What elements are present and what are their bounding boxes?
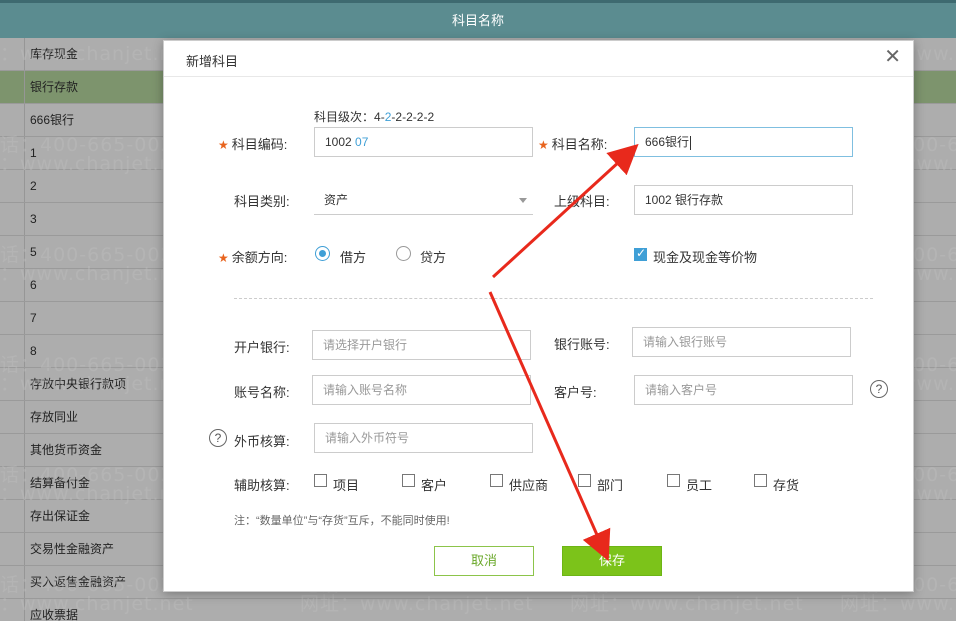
aux-checkbox[interactable] bbox=[402, 474, 415, 487]
close-icon[interactable]: ✕ bbox=[884, 47, 901, 67]
aux-checkbox-label: 项目 bbox=[333, 478, 360, 493]
direction-label-text: 余额方向: bbox=[231, 250, 288, 265]
credit-label: 贷方 bbox=[420, 250, 447, 265]
title-divider bbox=[164, 76, 913, 77]
customer-no-label: 客户号: bbox=[554, 385, 597, 400]
level-hint-value: 4-2-2-2-2-2 bbox=[374, 110, 435, 124]
save-button[interactable]: 保存 bbox=[562, 546, 662, 576]
code-label-text: 科目编码: bbox=[231, 137, 288, 152]
cash-equiv-label: 现金及现金等价物 bbox=[653, 250, 758, 265]
level-hint-label: 科目级次： bbox=[314, 110, 375, 124]
name-label: ★ 科目名称: bbox=[538, 134, 607, 153]
aux-checkbox-label: 员工 bbox=[686, 478, 713, 493]
aux-checkbox-label: 存货 bbox=[773, 478, 800, 493]
code-prefix: 1002 bbox=[325, 135, 352, 149]
name-label-text: 科目名称: bbox=[551, 137, 608, 152]
parent-label: 上级科目: bbox=[554, 194, 610, 209]
exclusivity-note: 注：“数量单位”与“存货”互斥，不能同时使用! bbox=[234, 515, 450, 527]
help-icon[interactable]: ? bbox=[870, 380, 888, 398]
currency-label: 外币核算: bbox=[234, 434, 290, 449]
section-divider bbox=[234, 298, 873, 299]
name-value: 666银行 bbox=[645, 135, 690, 149]
currency-placeholder: 请输入外币符号 bbox=[325, 431, 410, 445]
help-icon[interactable]: ? bbox=[209, 429, 227, 447]
credit-radio[interactable] bbox=[396, 246, 411, 261]
account-name-placeholder: 请输入账号名称 bbox=[323, 383, 408, 397]
account-name-label: 账号名称: bbox=[234, 385, 290, 400]
level-hint: 科目级次：4-2-2-2-2-2 bbox=[314, 108, 434, 125]
page-header: 科目名称 bbox=[0, 0, 956, 38]
category-label: 科目类别: bbox=[234, 194, 290, 209]
bank-label: 开户银行: bbox=[234, 340, 290, 355]
chevron-down-icon bbox=[519, 198, 527, 203]
bank-placeholder: 请选择开户银行 bbox=[323, 338, 408, 352]
account-no-label: 银行账号: bbox=[554, 337, 610, 352]
category-select[interactable]: 资产 bbox=[314, 185, 533, 215]
account-no-placeholder: 请输入银行账号 bbox=[643, 335, 728, 349]
account-no-input[interactable]: 请输入银行账号 bbox=[632, 327, 851, 357]
aux-checkbox[interactable] bbox=[578, 474, 591, 487]
category-value: 资产 bbox=[324, 193, 349, 207]
name-input[interactable]: 666银行 bbox=[634, 127, 853, 157]
customer-no-placeholder: 请输入客户号 bbox=[645, 383, 718, 397]
required-star-icon: ★ bbox=[538, 138, 549, 152]
debit-label: 借方 bbox=[340, 250, 367, 265]
aux-label: 辅助核算: bbox=[234, 478, 290, 493]
code-suffix: 07 bbox=[355, 135, 369, 149]
code-input[interactable]: 1002 07 bbox=[314, 127, 533, 157]
account-name-input[interactable]: 请输入账号名称 bbox=[312, 375, 531, 405]
direction-label: ★ 余额方向: bbox=[218, 247, 287, 266]
currency-input[interactable]: 请输入外币符号 bbox=[314, 423, 533, 453]
customer-no-input[interactable]: 请输入客户号 bbox=[634, 375, 853, 405]
aux-checkbox[interactable] bbox=[667, 474, 680, 487]
add-account-dialog: 新增科目 ✕ 科目级次：4-2-2-2-2-2 ★ 科目编码: 1002 07 ★… bbox=[163, 40, 914, 592]
parent-field: 1002 银行存款 bbox=[634, 185, 853, 215]
aux-checkbox-label: 客户 bbox=[421, 478, 448, 493]
aux-checkbox[interactable] bbox=[754, 474, 767, 487]
aux-checkbox[interactable] bbox=[490, 474, 503, 487]
cancel-button[interactable]: 取消 bbox=[434, 546, 534, 576]
required-star-icon: ★ bbox=[218, 251, 229, 265]
aux-checkbox-label: 部门 bbox=[597, 478, 624, 493]
aux-checkbox[interactable] bbox=[314, 474, 327, 487]
cash-equiv-checkbox[interactable] bbox=[634, 246, 647, 261]
required-star-icon: ★ bbox=[218, 138, 229, 152]
dialog-title: 新增科目 bbox=[186, 54, 239, 69]
debit-radio[interactable] bbox=[315, 246, 330, 261]
aux-checkbox-label: 供应商 bbox=[509, 478, 549, 493]
code-label: ★ 科目编码: bbox=[218, 134, 287, 153]
bank-select[interactable]: 请选择开户银行 bbox=[312, 330, 531, 360]
text-cursor bbox=[690, 135, 692, 150]
